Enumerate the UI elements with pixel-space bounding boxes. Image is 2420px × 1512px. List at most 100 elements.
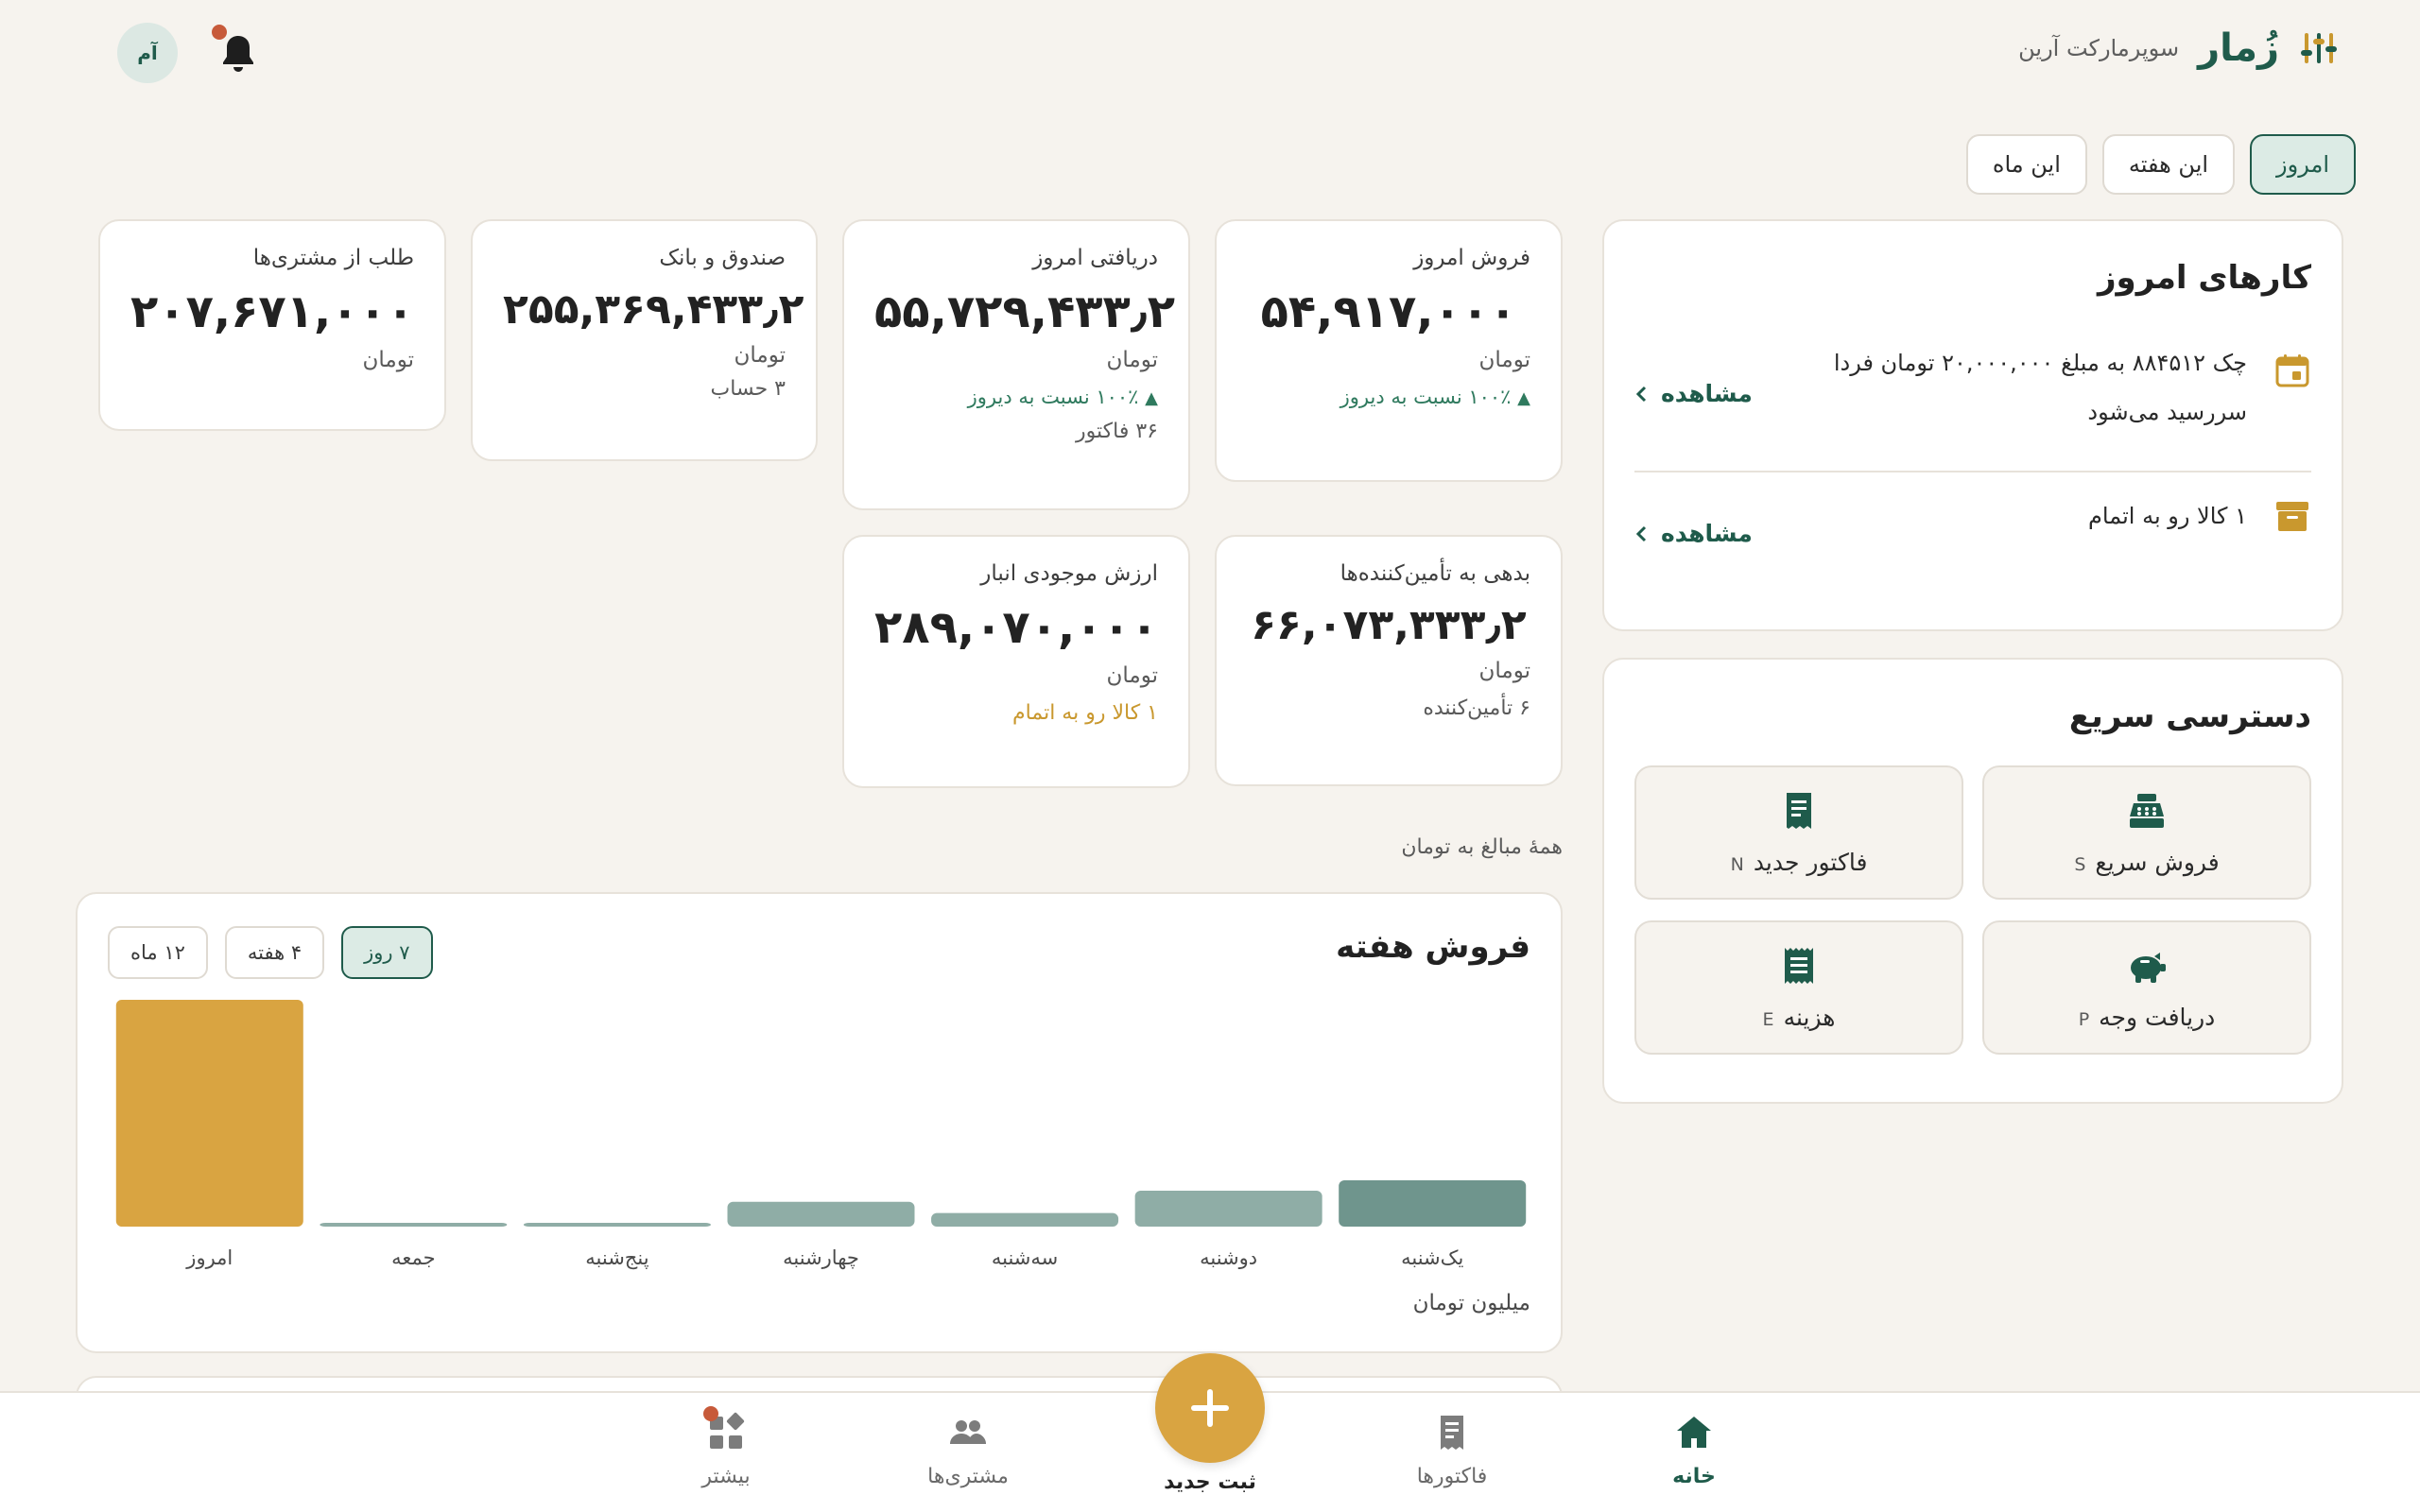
kpi-trend: ▲ ۱۰۰٪ نسبت به دیروز xyxy=(1247,386,1530,408)
kpi-warning[interactable]: ۱ کالا رو به اتمام xyxy=(874,701,1158,725)
kpi-unit: تومان xyxy=(362,348,414,372)
app-header: زُمار سوپرمارکت آرین آم xyxy=(0,0,2420,106)
shortcut-key: S xyxy=(2074,853,2086,875)
nav-invoices[interactable]: فاکتورها xyxy=(1376,1412,1528,1488)
quick-access-title: دسترسی سریع xyxy=(2068,697,2311,735)
period-tabs: امروز این هفته این ماه xyxy=(1965,134,2356,195)
sliders-logo-icon xyxy=(2301,33,2337,63)
kpi-receivables[interactable]: طلب از مشتری‌ها ۲۰۷,۶۷۱,۰۰۰ تومان xyxy=(98,219,446,431)
nav-label: بیشتر xyxy=(701,1465,751,1488)
x-tick-label: جمعه xyxy=(391,1246,436,1269)
kpi-title: صندوق و بانک xyxy=(659,246,786,270)
bar-1[interactable] xyxy=(1134,1190,1322,1227)
bar-2[interactable] xyxy=(931,1212,1119,1227)
nav-home[interactable]: خانه xyxy=(1618,1412,1770,1488)
x-tick-label: پنج‌شنبه xyxy=(585,1246,648,1269)
kpi-unit: تومان xyxy=(734,343,786,368)
kpi-trend-text: ۱۰۰٪ نسبت به دیروز xyxy=(967,386,1139,408)
kpi-title: طلب از مشتری‌ها xyxy=(252,246,414,270)
quick-button-text: فاکتور جدید xyxy=(1753,848,1868,876)
kpi-value: ۲۰۷,۶۷۱,۰۰۰ xyxy=(130,285,415,338)
tasks-title: کارهای امروز xyxy=(2097,259,2311,297)
quick-button-label: دریافت وجه P xyxy=(2079,1004,2216,1031)
quick-button-label: هزینه E xyxy=(1763,1004,1836,1031)
kpi-inventory[interactable]: ارزش موجودی انبار ۲۸۹,۰۷۰,۰۰۰ تومان ۱ کا… xyxy=(842,535,1190,788)
archive-box-icon xyxy=(2276,502,2308,531)
shortcut-key: N xyxy=(1730,853,1744,875)
kpi-trend: ▲ ۱۰۰٪ نسبت به دیروز xyxy=(874,386,1158,408)
bell-icon[interactable] xyxy=(219,32,257,74)
nav-customers[interactable]: مشتری‌ها xyxy=(892,1412,1044,1488)
weekly-sales-card: فروش هفته ۷ روز ۴ هفته ۱۲ ماه یک‌شنبه دوش… xyxy=(76,892,1563,1353)
quick-button-text: دریافت وجه xyxy=(2099,1003,2216,1031)
task-link-label: مشاهده xyxy=(1661,380,1753,407)
amount-note: همهٔ مبالغ به تومان xyxy=(1401,835,1563,859)
avatar[interactable]: آم xyxy=(117,23,178,83)
chevron-left-icon xyxy=(1635,525,1647,541)
trend-up-icon: ▲ xyxy=(1145,388,1158,408)
tab-this-month[interactable]: این ماه xyxy=(1965,134,2087,195)
receipt-icon xyxy=(1785,947,1813,984)
kpi-title: دریافتی امروز xyxy=(1032,246,1158,270)
piggy-bank-icon xyxy=(2131,952,2166,983)
bar-3[interactable] xyxy=(727,1201,915,1227)
quick-sale-button[interactable]: فروش سریع S xyxy=(1982,765,2311,900)
receive-payment-button[interactable]: دریافت وجه P xyxy=(1982,920,2311,1055)
cash-register-icon xyxy=(2130,793,2164,828)
kpi-trend-text: ۱۰۰٪ نسبت به دیروز xyxy=(1340,386,1512,408)
invoice-icon xyxy=(1787,792,1811,829)
bar-4[interactable] xyxy=(523,1223,711,1227)
brand: زُمار سوپرمارکت آرین xyxy=(2018,26,2340,70)
task-text: چک ۸۸۴۵۱۲ به مبلغ ۲۰,۰۰۰,۰۰۰ تومان فردا … xyxy=(1833,350,2247,425)
new-entry-label: ثبت جدید xyxy=(1164,1470,1256,1494)
chart-unit-label: میلیون تومان xyxy=(1412,1291,1530,1315)
kpi-value: ۵۴,۹۱۷,۰۰۰ xyxy=(1260,285,1517,338)
chevron-left-icon xyxy=(1635,386,1647,402)
users-icon xyxy=(950,1420,986,1444)
kpi-sub: ۶ تأمین‌کننده xyxy=(1423,696,1530,720)
invoice-icon xyxy=(1441,1416,1463,1450)
kpi-value: ۶۶,۰۷۳,۳۳۳٫۲ xyxy=(1251,601,1527,649)
notification-badge xyxy=(703,1406,718,1421)
kpi-unit: تومان xyxy=(1106,348,1158,372)
quick-access-card: دسترسی سریع فروش سریع S فاکتور جدید N دریا… xyxy=(1602,658,2343,1104)
kpi-value: ۲۸۹,۰۷۰,۰۰۰ xyxy=(874,601,1159,654)
bar-5[interactable] xyxy=(320,1223,508,1227)
kpi-received-today[interactable]: دریافتی امروز ۵۵,۷۲۹,۴۳۳٫۲ تومان ▲ ۱۰۰٪ … xyxy=(842,219,1190,510)
x-tick-label: سه‌شنبه xyxy=(992,1246,1058,1269)
avatar-initials: آم xyxy=(137,42,158,64)
expense-button[interactable]: هزینه E xyxy=(1634,920,1963,1055)
tasks-card: کارهای امروز چک ۸۸۴۵۱۲ به مبلغ ۲۰,۰۰۰,۰۰… xyxy=(1602,219,2343,631)
kpi-unit: تومان xyxy=(1106,663,1158,688)
new-entry-fab[interactable] xyxy=(1155,1353,1265,1463)
kpi-cash-bank[interactable]: صندوق و بانک ۲۵۵,۳۶۹,۴۳۳٫۲ تومان ۳ حساب xyxy=(471,219,818,461)
task-view-link[interactable]: مشاهده xyxy=(1634,520,1753,547)
kpi-value: ۲۵۵,۳۶۹,۴۳۳٫۲ xyxy=(503,285,804,334)
kpi-value: ۵۵,۷۲۹,۴۳۳٫۲ xyxy=(874,285,1176,338)
quick-button-label: فروش سریع S xyxy=(2074,849,2219,876)
x-tick-label: چهارشنبه xyxy=(783,1246,859,1269)
bar-0[interactable] xyxy=(1339,1180,1527,1227)
bar-6[interactable] xyxy=(115,1000,303,1227)
shortcut-key: E xyxy=(1762,1008,1774,1030)
new-invoice-button[interactable]: فاکتور جدید N xyxy=(1634,765,1963,900)
task-link-label: مشاهده xyxy=(1661,520,1753,547)
kpi-sales-today[interactable]: فروش امروز ۵۴,۹۱۷,۰۰۰ تومان ▲ ۱۰۰٪ نسبت … xyxy=(1215,219,1563,482)
task-divider xyxy=(1634,471,2311,472)
calendar-icon xyxy=(2275,354,2309,387)
trend-up-icon: ▲ xyxy=(1517,388,1530,408)
x-tick-label: امروز xyxy=(185,1246,233,1269)
tab-this-week[interactable]: این هفته xyxy=(2101,134,2236,195)
kpi-title: بدهی به تأمین‌کننده‌ها xyxy=(1340,561,1530,586)
task-item: چک ۸۸۴۵۱۲ به مبلغ ۲۰,۰۰۰,۰۰۰ تومان فردا … xyxy=(1634,350,2311,465)
tab-today[interactable]: امروز xyxy=(2250,134,2356,195)
x-tick-label: یک‌شنبه xyxy=(1401,1246,1463,1269)
brand-name: زُمار xyxy=(2198,26,2279,70)
kpi-unit: تومان xyxy=(1478,348,1530,372)
quick-button-text: فروش سریع xyxy=(2095,848,2220,876)
store-name: سوپرمارکت آرین xyxy=(2018,35,2180,61)
kpi-payables[interactable]: بدهی به تأمین‌کننده‌ها ۶۶,۰۷۳,۳۳۳٫۲ توما… xyxy=(1215,535,1563,786)
quick-button-label: فاکتور جدید N xyxy=(1731,849,1868,876)
task-view-link[interactable]: مشاهده xyxy=(1634,380,1753,407)
nav-more[interactable]: بیشتر xyxy=(650,1406,802,1488)
